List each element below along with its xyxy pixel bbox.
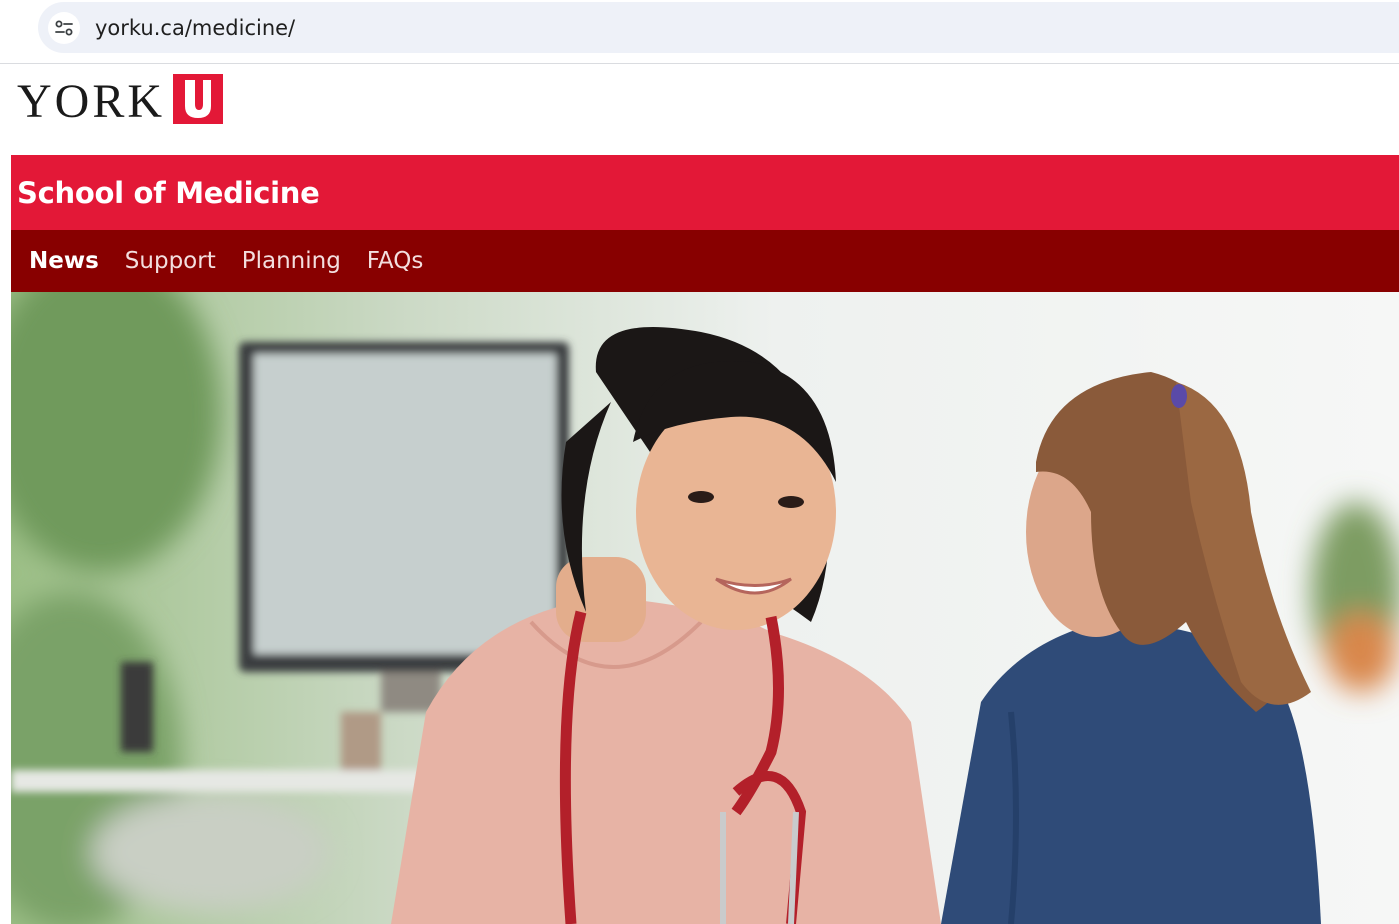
main-nav: News Support Planning FAQs — [11, 230, 1399, 292]
nav-item-news[interactable]: News — [29, 248, 99, 274]
browser-divider — [0, 63, 1399, 64]
tune-icon[interactable] — [48, 11, 80, 44]
logo-wordmark: YORK — [17, 75, 166, 128]
nav-item-faqs[interactable]: FAQs — [367, 248, 424, 274]
york-u-mark-icon — [173, 74, 224, 124]
york-u-logo[interactable]: YORK — [17, 74, 224, 128]
site-banner: School of Medicine — [11, 155, 1399, 230]
site-title[interactable]: School of Medicine — [17, 176, 320, 210]
nav-item-planning[interactable]: Planning — [242, 248, 341, 274]
address-bar[interactable]: yorku.ca/medicine/ — [38, 2, 1399, 53]
hero-image — [11, 292, 1399, 924]
nav-item-support[interactable]: Support — [125, 248, 216, 274]
url-text[interactable]: yorku.ca/medicine/ — [95, 16, 295, 40]
